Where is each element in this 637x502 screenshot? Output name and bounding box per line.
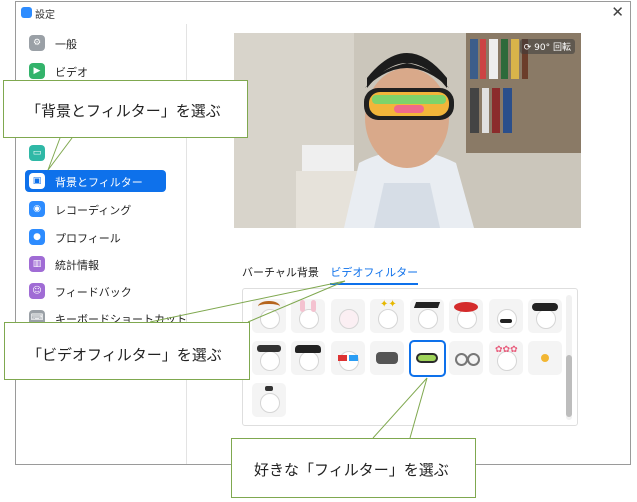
callout-text: 「背景とフィルター」を選ぶ xyxy=(26,102,221,120)
gear-icon: ⚙ xyxy=(29,35,45,51)
callout-text: 「ビデオフィルター」を選ぶ xyxy=(27,346,222,364)
callout-text: 好きな「フィルター」を選ぶ xyxy=(254,461,449,479)
close-icon[interactable]: ✕ xyxy=(611,3,624,21)
tab-video-filter[interactable]: ビデオフィルター xyxy=(330,264,419,285)
sidebar-item-label: ビデオ xyxy=(55,66,88,79)
bunny-ears-filter[interactable] xyxy=(291,299,325,333)
callout-favorite-filter: 好きな「フィルター」を選ぶ xyxy=(231,438,476,498)
sparkle-filter[interactable]: ✦✦ xyxy=(370,299,404,333)
sun-filter[interactable] xyxy=(528,341,562,375)
sidebar-item-profile[interactable]: ● プロフィール xyxy=(25,226,166,248)
sidebar-item-label: プロフィール xyxy=(55,232,121,245)
callout-background-filter: 「背景とフィルター」を選ぶ xyxy=(3,80,248,138)
graduation-cap-filter[interactable] xyxy=(410,299,444,333)
bunny-face-filter[interactable] xyxy=(331,299,365,333)
sidebar-item-statistics[interactable]: ▥ 統計情報 xyxy=(25,253,166,275)
round-glasses-filter[interactable] xyxy=(449,341,483,375)
sidebar-item-label: 統計情報 xyxy=(55,259,99,272)
bow-filter[interactable] xyxy=(252,383,286,417)
callout-video-filter: 「ビデオフィルター」を選ぶ xyxy=(4,322,250,380)
sidebar-item-chat[interactable]: ▭ xyxy=(25,142,166,164)
video-preview: ⟳ 90° 回転 xyxy=(234,33,581,228)
sidebar-item-label: レコーディング xyxy=(55,204,132,217)
ski-goggles-filter[interactable] xyxy=(409,340,446,377)
deer-ears-filter[interactable] xyxy=(252,299,286,333)
scrollbar-thumb[interactable] xyxy=(566,355,572,417)
background-icon: ▣ xyxy=(29,173,45,189)
window-title: 設定 xyxy=(35,10,55,21)
sidebar-item-feedback[interactable]: ☺ フィードバック xyxy=(25,280,166,302)
video-icon: ▶ xyxy=(29,63,45,79)
flower-crown-filter[interactable]: ✿✿✿ xyxy=(489,341,523,375)
beret-filter[interactable] xyxy=(449,299,483,333)
mustache-filter[interactable] xyxy=(489,299,523,333)
sunglasses-hat-filter[interactable] xyxy=(252,341,286,375)
sidebar-item-video[interactable]: ▶ ビデオ xyxy=(25,60,166,82)
fedora-filter[interactable] xyxy=(291,341,325,375)
stats-icon: ▥ xyxy=(29,256,45,272)
rotate-label: 90° 回転 xyxy=(534,43,571,53)
sidebar-item-label: 背景とフィルター xyxy=(55,176,143,189)
title-bar: 設定 ✕ xyxy=(16,2,630,24)
tab-virtual-background[interactable]: バーチャル背景 xyxy=(242,264,319,280)
ninja-hat-filter[interactable] xyxy=(528,299,562,333)
sidebar-item-general[interactable]: ⚙ 一般 xyxy=(25,32,166,54)
vr-headset-filter[interactable] xyxy=(370,341,404,375)
rotate-icon: ⟳ xyxy=(523,43,535,53)
chat-icon: ▭ xyxy=(29,145,45,161)
gallery-scrollbar[interactable] xyxy=(566,295,572,420)
3d-glasses-filter[interactable] xyxy=(331,341,365,375)
sidebar-item-label: フィードバック xyxy=(55,286,132,299)
feedback-icon: ☺ xyxy=(29,283,45,299)
settings-window: 設定 ✕ ⚙ 一般 ▶ ビデオ ▭ ▣ 背景とフィルター ◉ レコーディング ●… xyxy=(15,1,631,465)
sidebar-item-recording[interactable]: ◉ レコーディング xyxy=(25,198,166,220)
sidebar-item-background-filter[interactable]: ▣ 背景とフィルター xyxy=(25,170,166,192)
record-icon: ◉ xyxy=(29,201,45,217)
profile-icon: ● xyxy=(29,229,45,245)
rotate-button[interactable]: ⟳ 90° 回転 xyxy=(519,39,575,54)
background-tabs: バーチャル背景 ビデオフィルター xyxy=(242,264,426,285)
camera-image xyxy=(234,33,581,228)
zoom-app-icon xyxy=(21,7,32,18)
sidebar-item-label: 一般 xyxy=(55,38,77,51)
filter-gallery: ✦✦ ✿✿✿ xyxy=(242,288,578,426)
